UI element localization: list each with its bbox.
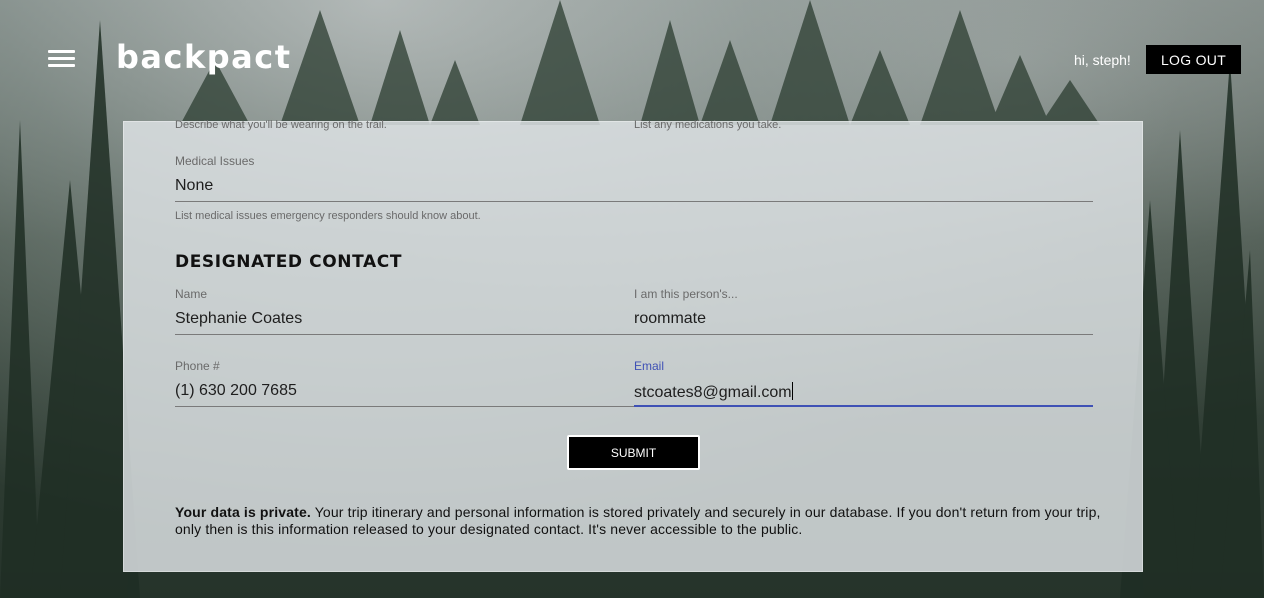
relationship-field[interactable]: I am this person's... roommate (634, 287, 1093, 337)
email-field[interactable]: Email stcoates8@gmail.com (634, 359, 1093, 409)
medical-issues-underline (175, 201, 1093, 202)
contact-name-label: Name (175, 287, 208, 301)
medical-issues-helper-text: List medical issues emergency responders… (175, 210, 481, 222)
phone-underline (175, 406, 634, 407)
trip-form-panel: Describe what you'll be wearing on the t… (123, 119, 1143, 572)
contact-name-underline (175, 334, 634, 335)
hamburger-menu-icon[interactable] (48, 50, 75, 70)
medical-issues-input[interactable]: None (175, 177, 213, 195)
email-label: Email (634, 359, 665, 373)
privacy-notice-text: Your trip itinerary and personal informa… (175, 504, 1101, 537)
submit-button[interactable]: SUBMIT (567, 435, 700, 470)
medical-issues-field[interactable]: Medical Issues None (175, 154, 1093, 204)
app-header: backpact hi, steph! LOG OUT (0, 0, 1264, 120)
text-caret (791, 382, 793, 400)
phone-input[interactable]: (1) 630 200 7685 (175, 382, 297, 400)
designated-contact-heading: DESIGNATED CONTACT (175, 252, 403, 272)
email-input[interactable]: stcoates8@gmail.com (634, 382, 793, 402)
contact-name-input[interactable]: Stephanie Coates (175, 310, 302, 328)
logout-button[interactable]: LOG OUT (1146, 45, 1241, 74)
brand-logo[interactable]: backpact (116, 38, 292, 76)
phone-label: Phone # (175, 359, 220, 373)
relationship-input[interactable]: roommate (634, 310, 706, 328)
medical-issues-label: Medical Issues (175, 154, 255, 168)
privacy-notice: Your data is private. Your trip itinerar… (175, 504, 1105, 538)
relationship-label: I am this person's... (634, 287, 738, 301)
phone-field[interactable]: Phone # (1) 630 200 7685 (175, 359, 634, 409)
medications-helper-text: List any medications you take. (634, 119, 782, 131)
email-underline (634, 405, 1093, 407)
privacy-notice-heading: Your data is private. (175, 504, 311, 520)
email-input-value: stcoates8@gmail.com (634, 384, 792, 401)
clothing-helper-text: Describe what you'll be wearing on the t… (175, 119, 387, 131)
contact-name-field[interactable]: Name Stephanie Coates (175, 287, 634, 337)
relationship-underline (634, 334, 1093, 335)
user-greeting: hi, steph! (1074, 52, 1131, 68)
